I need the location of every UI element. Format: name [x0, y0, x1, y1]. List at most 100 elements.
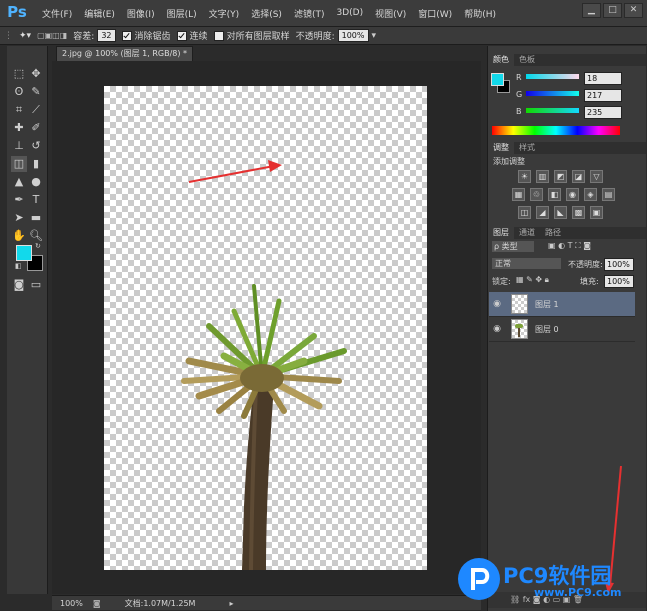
- brightness-icon[interactable]: ☀: [518, 170, 531, 183]
- lock-icons[interactable]: ▦ ✎ ✥ 🔒︎: [516, 275, 549, 285]
- screen-mode-icon[interactable]: ▭: [28, 277, 44, 293]
- options-bar: ⋮ ✦▾ ▢▣◫◨ 容差: 32 消除锯齿 连续 对所有图层取样 不透明度: 1…: [0, 27, 647, 45]
- quick-select-icon[interactable]: ✎: [28, 84, 44, 100]
- b-value[interactable]: 235: [584, 106, 622, 119]
- document-tab[interactable]: 2.jpg @ 100% (图层 1, RGB/8) * ✕: [56, 46, 193, 72]
- menu-item-5[interactable]: 选择(S): [245, 7, 288, 20]
- type-tool-icon[interactable]: T: [28, 192, 44, 208]
- gradient-map-icon[interactable]: ▣: [590, 206, 603, 219]
- curves-icon[interactable]: ◩: [554, 170, 567, 183]
- path-select-icon[interactable]: ➤: [11, 210, 27, 226]
- marquee-tool-icon[interactable]: ⬚: [11, 66, 27, 82]
- tab-adjustments[interactable]: 调整: [488, 142, 514, 154]
- zoom-level[interactable]: 100%: [60, 599, 83, 608]
- stamp-tool-icon[interactable]: ⊥: [11, 138, 27, 154]
- tab-paths[interactable]: 路径: [540, 227, 566, 239]
- invert-icon[interactable]: ◫: [518, 206, 531, 219]
- menu-item-2[interactable]: 图像(I): [121, 7, 161, 20]
- tab-styles[interactable]: 样式: [514, 142, 540, 154]
- lasso-tool-icon[interactable]: ʘ: [11, 84, 27, 100]
- swap-colors-icon[interactable]: ↻: [35, 242, 41, 250]
- menu-item-1[interactable]: 编辑(E): [78, 7, 121, 20]
- blend-mode-dropdown[interactable]: 正常: [492, 258, 561, 269]
- brush-tool-icon[interactable]: ✐: [28, 120, 44, 136]
- r-value[interactable]: 18: [584, 72, 622, 85]
- dodge-tool-icon[interactable]: ●: [28, 174, 44, 190]
- layer-row-1[interactable]: ◉ 图层 1: [489, 292, 635, 317]
- layer-row-0[interactable]: ◉ 图层 0: [489, 317, 635, 342]
- threshold-icon[interactable]: ◣: [554, 206, 567, 219]
- layer-1-name[interactable]: 图层 1: [535, 299, 559, 310]
- move-tool-icon[interactable]: ✥: [28, 66, 44, 82]
- pen-tool-icon[interactable]: ✒: [11, 192, 27, 208]
- layer-0-name[interactable]: 图层 0: [535, 324, 559, 335]
- menu-item-0[interactable]: 文件(F): [36, 7, 78, 20]
- visibility-eye-icon[interactable]: ◉: [489, 324, 505, 334]
- tab-channels[interactable]: 通道: [514, 227, 540, 239]
- pc9-logo-icon: [458, 558, 500, 600]
- menu-item-10[interactable]: 帮助(H): [458, 7, 502, 20]
- tab-color[interactable]: 颜色: [488, 54, 514, 66]
- tab-swatches[interactable]: 色板: [514, 54, 540, 66]
- selection-mode-icons[interactable]: ▢▣◫◨: [37, 31, 67, 40]
- close-button[interactable]: ✕: [624, 3, 643, 18]
- status-icon: ◙: [92, 598, 101, 608]
- fill-input[interactable]: 100%: [604, 275, 634, 288]
- photo-filter-icon[interactable]: ◉: [566, 188, 579, 201]
- eyedropper-icon[interactable]: ⟋: [28, 102, 44, 118]
- opacity-dropdown-icon[interactable]: ▾: [372, 31, 377, 41]
- g-slider[interactable]: [526, 91, 579, 96]
- layer-opacity-input[interactable]: 100%: [604, 258, 634, 271]
- selective-color-icon[interactable]: ▩: [572, 206, 585, 219]
- sample-all-checkbox[interactable]: [213, 30, 224, 41]
- panel-dock: 颜色 色板 R 18 G 217 B 235 调整 样式 添加调整 ☀ ▥ ◩ …: [487, 46, 646, 611]
- menu-item-4[interactable]: 文字(Y): [203, 7, 246, 20]
- menu-item-7[interactable]: 3D(D): [330, 8, 369, 18]
- exposure-icon[interactable]: ◪: [572, 170, 585, 183]
- healing-brush-icon[interactable]: ✚: [11, 120, 27, 136]
- contiguous-checkbox[interactable]: [176, 30, 187, 41]
- visibility-eye-icon[interactable]: ◉: [489, 299, 505, 309]
- color-lookup-icon[interactable]: ▤: [602, 188, 615, 201]
- hue-saturation-icon[interactable]: ▦: [512, 188, 525, 201]
- color-balance-icon[interactable]: ♲: [530, 188, 543, 201]
- black-white-icon[interactable]: ◧: [548, 188, 561, 201]
- minimize-button[interactable]: ▁: [582, 3, 601, 18]
- gradient-tool-icon[interactable]: ▮: [28, 156, 44, 172]
- menu-item-3[interactable]: 图层(L): [161, 7, 203, 20]
- menu-item-9[interactable]: 窗口(W): [412, 7, 458, 20]
- menu-item-6[interactable]: 滤镜(T): [288, 7, 331, 20]
- document-info[interactable]: 文档:1.07M/1.25M: [125, 598, 196, 609]
- b-slider[interactable]: [526, 108, 579, 113]
- grip-icon: ⋮: [4, 30, 13, 41]
- color-spectrum-bar[interactable]: [492, 126, 620, 135]
- status-bar: 100% ◙ 文档:1.07M/1.25M ▸: [52, 595, 481, 610]
- tab-layers[interactable]: 图层: [488, 227, 514, 239]
- color-foreground-swatch[interactable]: [491, 73, 504, 86]
- tolerance-input[interactable]: 32: [97, 29, 116, 42]
- status-menu-icon[interactable]: ▸: [229, 599, 233, 608]
- history-brush-icon[interactable]: ↺: [28, 138, 44, 154]
- eraser-tool-icon[interactable]: ◫: [11, 156, 27, 172]
- channel-mixer-icon[interactable]: ◈: [584, 188, 597, 201]
- blur-tool-icon[interactable]: ▲: [11, 174, 27, 190]
- quick-mask-icon[interactable]: ◙: [11, 277, 27, 293]
- layer-filter-icons[interactable]: ▣ ◐ T ⛶ ◙: [548, 241, 591, 251]
- g-value[interactable]: 217: [584, 89, 622, 102]
- menu-item-8[interactable]: 视图(V): [369, 7, 412, 20]
- opacity-input[interactable]: 100%: [337, 29, 369, 42]
- foreground-color-swatch[interactable]: [16, 245, 32, 261]
- anti-alias-checkbox[interactable]: [121, 30, 132, 41]
- layer-filter-dropdown[interactable]: ρ 类型: [492, 241, 534, 252]
- hand-tool-icon[interactable]: ✋: [11, 228, 27, 244]
- magic-wand-icon[interactable]: ✦▾: [19, 31, 31, 41]
- restore-button[interactable]: □: [603, 3, 622, 18]
- default-colors-icon[interactable]: ◧: [15, 262, 22, 270]
- canvas[interactable]: [104, 86, 427, 570]
- posterize-icon[interactable]: ◢: [536, 206, 549, 219]
- r-slider[interactable]: [526, 74, 579, 79]
- crop-tool-icon[interactable]: ⌗: [11, 102, 27, 118]
- vibrance-icon[interactable]: ▽: [590, 170, 603, 183]
- levels-icon[interactable]: ▥: [536, 170, 549, 183]
- shape-tool-icon[interactable]: ▬: [28, 210, 44, 226]
